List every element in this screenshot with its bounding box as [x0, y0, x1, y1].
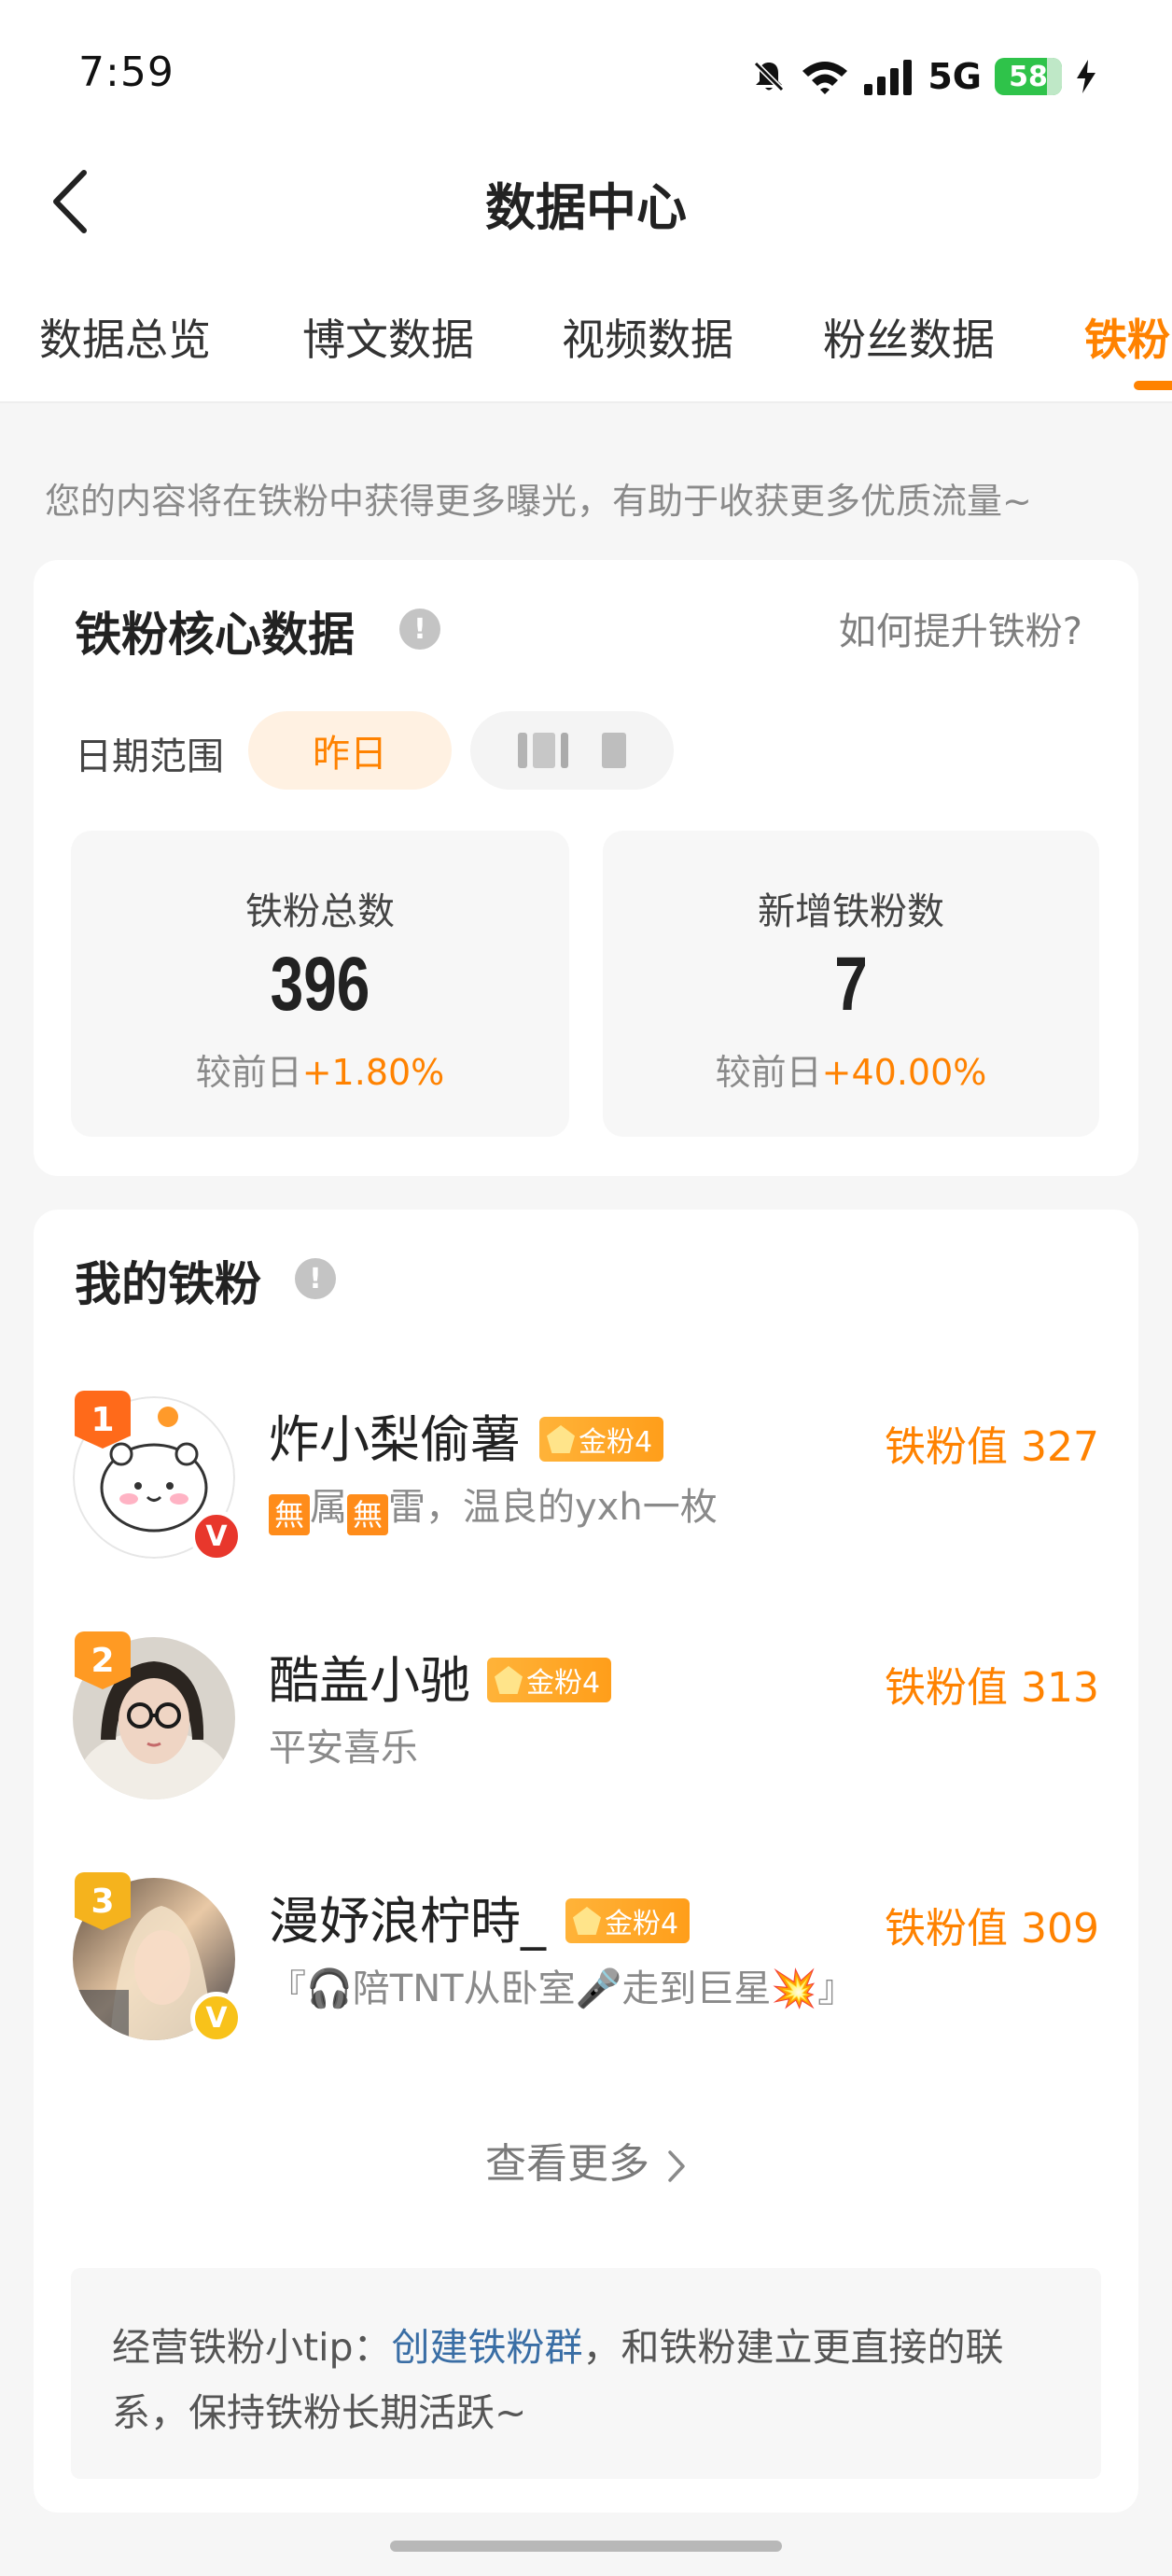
gold-fan-badge: 金粉4 — [487, 1658, 612, 1702]
my-fans-title: 我的铁粉 — [75, 1257, 261, 1311]
stat-label: 新增铁粉数 — [758, 890, 944, 933]
charging-bolt-icon — [1077, 60, 1095, 93]
mute-bell-icon — [754, 61, 785, 92]
stat-compare: 较前日+1.80% — [195, 1052, 445, 1093]
fan-row[interactable]: 2 酷盖小驰 金粉4 铁粉值 313 平安喜乐 — [34, 1620, 1138, 1807]
gem-icon — [547, 1425, 575, 1453]
fan-name[interactable]: 漫妤浪柠時_ — [269, 1880, 546, 1953]
tab-iron-fans[interactable]: 铁粉 — [1084, 306, 1170, 368]
gold-fan-badge: 金粉4 — [565, 1898, 691, 1943]
fan-name[interactable]: 酷盖小驰 — [269, 1639, 470, 1713]
blurred-option-label — [518, 733, 626, 768]
status-bar: 7:59 5G 58 — [0, 0, 1172, 149]
network-type: 5G — [928, 56, 982, 97]
date-range-other[interactable] — [470, 711, 674, 790]
core-data-title: 铁粉核心数据 — [75, 608, 355, 662]
notice-text: 您的内容将在铁粉中获得更多曝光，有助于收获更多优质流量~ — [45, 481, 1032, 522]
create-fan-group-link[interactable]: 创建铁粉群 — [392, 2325, 583, 2370]
fan-value: 铁粉值 309 — [885, 1905, 1099, 1953]
verified-icon: V — [190, 1510, 243, 1562]
status-icons: 5G 58 — [750, 56, 1097, 97]
fan-row[interactable]: 3 V 漫妤浪柠時_ 金粉4 铁粉值 309 『🎧陪TNT从卧室🎤走到巨星💥』 — [34, 1861, 1138, 2048]
verified-icon: V — [190, 1992, 243, 2044]
fan-value: 铁粉值 327 — [885, 1423, 1099, 1471]
info-icon[interactable]: ! — [295, 1258, 336, 1299]
gold-fan-badge: 金粉4 — [539, 1417, 664, 1462]
divider — [0, 401, 1172, 403]
page-title: 数据中心 — [485, 178, 687, 237]
info-icon[interactable]: ! — [399, 609, 440, 650]
stat-value: 396 — [270, 942, 370, 1027]
tab-follower-data[interactable]: 粉丝数据 — [823, 306, 995, 368]
gem-icon — [495, 1666, 523, 1694]
nav-bar: 数据中心 — [0, 149, 1172, 252]
status-time: 7:59 — [78, 49, 174, 96]
core-data-card: 铁粉核心数据 ! 如何提升铁粉? 日期范围 昨日 铁粉总数 396 较前日+1.… — [34, 560, 1138, 1176]
battery-indicator: 58 — [995, 58, 1062, 95]
wifi-icon — [802, 62, 848, 94]
date-range-label: 日期范围 — [75, 735, 224, 778]
tab-post-data[interactable]: 博文数据 — [302, 306, 474, 368]
fan-signature: 平安喜乐 — [269, 1727, 418, 1770]
tab-overview[interactable]: 数据总览 — [39, 306, 211, 368]
tab-bar: 数据总览 博文数据 视频数据 粉丝数据 铁粉 — [0, 295, 1172, 398]
tip-prefix: 经营铁粉小tip： — [112, 2325, 392, 2370]
fan-row[interactable]: 1 V 炸小梨偷薯 金粉4 铁粉值 327 無属無雷，温良的yxh一枚 — [34, 1379, 1138, 1566]
fan-value: 铁粉值 313 — [885, 1664, 1099, 1712]
stat-label: 铁粉总数 — [245, 890, 395, 933]
stat-new-fans: 新增铁粉数 7 较前日+40.00% — [603, 831, 1099, 1137]
active-tab-indicator — [1134, 381, 1172, 390]
fan-signature: 『🎧陪TNT从卧室🎤走到巨星💥』 — [269, 1967, 856, 2010]
my-fans-card: 我的铁粉 ! 1 V 炸小梨偷薯 金粉4 铁粉值 327 無属無雷，温良的yxh… — [34, 1210, 1138, 2513]
gem-icon — [573, 1907, 601, 1935]
fan-name[interactable]: 炸小梨偷薯 — [269, 1398, 521, 1472]
fan-signature: 無属無雷，温良的yxh一枚 — [269, 1477, 718, 1535]
how-to-improve-link[interactable]: 如何提升铁粉? — [839, 601, 1082, 655]
tip-box: 经营铁粉小tip：创建铁粉群，和铁粉建立更直接的联系，保持铁粉长期活跃~ — [71, 2268, 1101, 2479]
signal-icon — [864, 60, 913, 95]
see-more-link[interactable]: 查看更多 — [34, 2130, 1138, 2190]
stat-value: 7 — [834, 942, 868, 1027]
chevron-right-icon — [668, 2150, 685, 2182]
stat-total-fans: 铁粉总数 396 较前日+1.80% — [71, 831, 569, 1137]
home-indicator[interactable] — [390, 2541, 782, 2552]
date-range-yesterday[interactable]: 昨日 — [248, 711, 452, 790]
tab-video-data[interactable]: 视频数据 — [562, 306, 733, 368]
stat-compare: 较前日+40.00% — [715, 1052, 987, 1093]
